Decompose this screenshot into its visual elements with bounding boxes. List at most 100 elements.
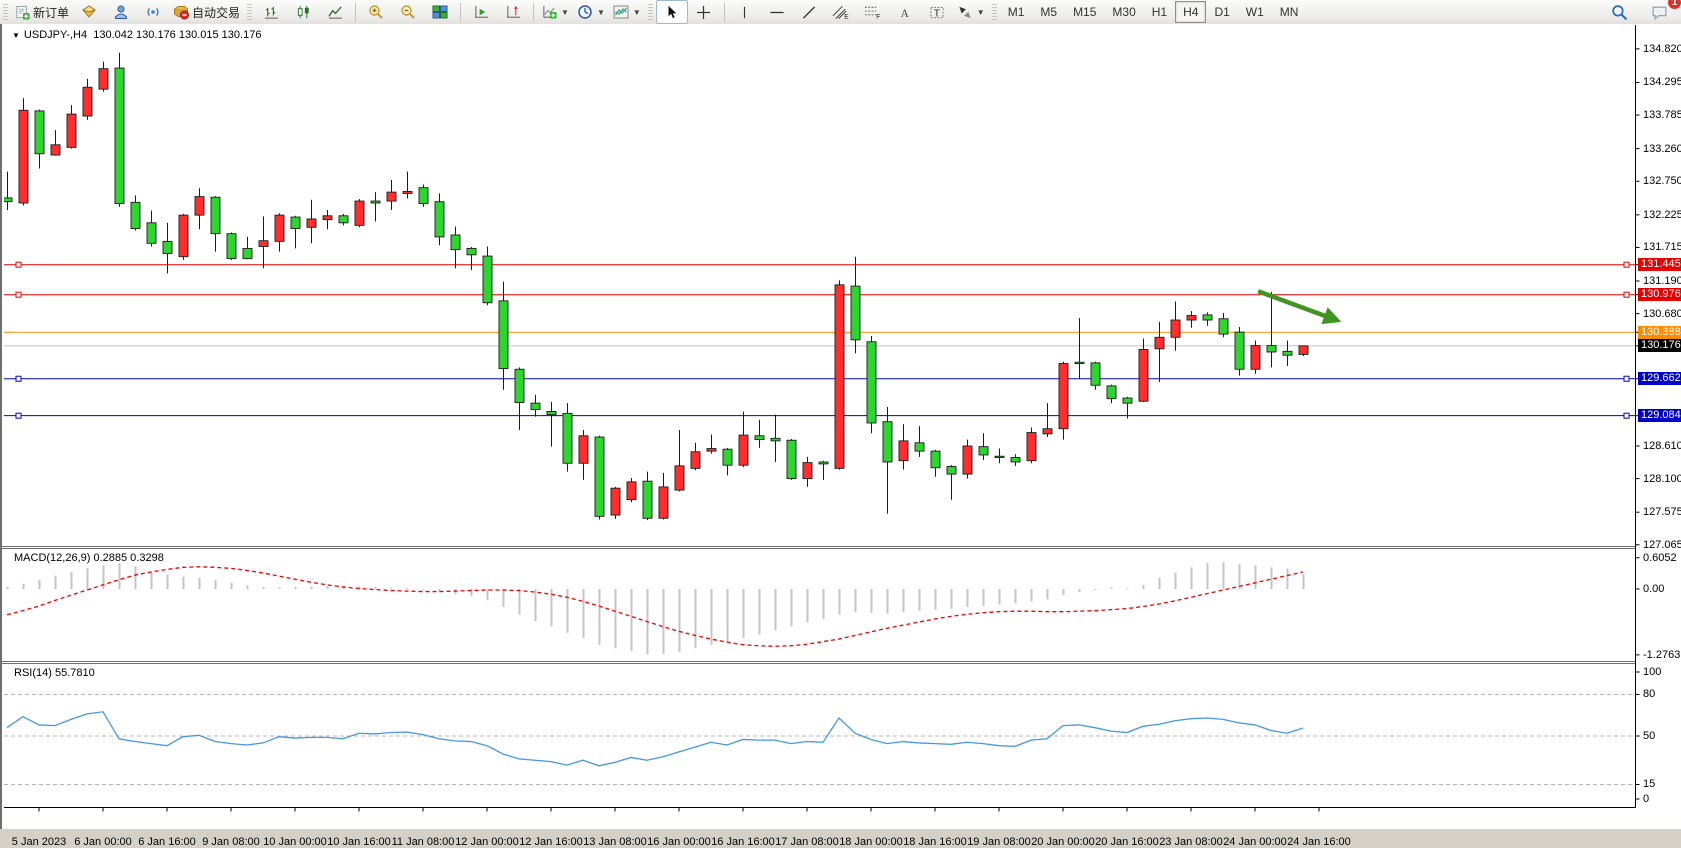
candle-down (371, 201, 380, 203)
bar-chart-type-button[interactable] (255, 0, 287, 24)
svg-text:A: A (900, 7, 909, 19)
candle-up (1059, 364, 1068, 429)
line-handle[interactable] (16, 292, 21, 297)
line-handle[interactable] (1624, 376, 1629, 381)
chart-canvas[interactable] (2, 24, 1681, 829)
timeframe-m15-button[interactable]: M15 (1065, 1, 1104, 23)
timeframe-d1-button[interactable]: D1 (1206, 1, 1237, 23)
crosshair-tool-button[interactable] (688, 0, 720, 24)
vertical-line-tool-button[interactable] (729, 0, 761, 24)
candle-down (755, 436, 764, 440)
timeframe-h1-button[interactable]: H1 (1144, 1, 1175, 23)
signals-button[interactable] (137, 0, 169, 24)
text-label-tool-button[interactable]: T (921, 0, 953, 24)
candle-down (499, 301, 508, 369)
notifications-button[interactable]: 1 (1643, 0, 1675, 24)
timeframe-m30-button[interactable]: M30 (1104, 1, 1143, 23)
chart-shift-button[interactable] (497, 0, 529, 24)
trendline-icon (801, 5, 817, 20)
timeframe-m5-button[interactable]: M5 (1032, 1, 1065, 23)
candle-down (595, 437, 604, 516)
periods-button[interactable]: ▼ (573, 0, 609, 24)
candle-up (899, 441, 908, 461)
indicators-button[interactable]: ▼ (538, 0, 573, 24)
candle-up (403, 191, 412, 193)
candle-up (835, 285, 844, 469)
arrows-tool-button[interactable]: ▼ (953, 0, 989, 24)
candle-down (1091, 363, 1100, 385)
equidistant-channel-tool-button[interactable]: E (825, 0, 857, 24)
candle-up (1027, 433, 1036, 461)
zoom-in-button[interactable] (360, 0, 392, 24)
arrows-icon (957, 5, 973, 20)
line-handle[interactable] (16, 262, 21, 267)
templates-button[interactable]: ▼ (609, 0, 645, 24)
candle-down (787, 440, 796, 478)
search-button[interactable] (1603, 0, 1635, 24)
line-handle[interactable] (1624, 292, 1629, 297)
auto-trading-button[interactable]: 自动交易 (169, 0, 244, 24)
candle-down (35, 111, 44, 154)
timeframe-m1-button[interactable]: M1 (1000, 1, 1033, 23)
toolbar-grip[interactable] (247, 4, 252, 20)
toolbar-grip[interactable] (992, 4, 997, 20)
candle-down (115, 68, 124, 204)
rsi-axis-label: 100 (1643, 666, 1661, 678)
price-axis-label: 130.680 (1643, 308, 1681, 320)
candle-down (515, 369, 524, 402)
macd-axis-label: -1.2763 (1643, 649, 1680, 661)
candle-down (851, 286, 860, 340)
search-icon (1611, 4, 1628, 21)
community-button[interactable] (105, 0, 137, 24)
timeframe-h4-button[interactable]: H4 (1175, 1, 1206, 23)
chart-shift-icon (506, 5, 521, 20)
signal-icon (145, 4, 161, 20)
candle-up (307, 219, 316, 227)
chart-title: ▼USDJPY-,H4 130.042 130.176 130.015 130.… (12, 29, 261, 41)
toolbar-grip[interactable] (3, 4, 8, 20)
line-chart-type-button[interactable] (319, 0, 351, 24)
timeframe-mn-button[interactable]: MN (1272, 1, 1307, 23)
candle-up (51, 145, 60, 155)
toolbar-grip[interactable] (648, 4, 653, 20)
horizontal-line-tool-button[interactable] (761, 0, 793, 24)
candle-down (1219, 319, 1228, 334)
candle-up (1171, 320, 1180, 337)
line-chart-icon (328, 5, 343, 20)
price-axis-label: 128.100 (1643, 473, 1681, 485)
symbol-dropdown-icon[interactable]: ▼ (12, 31, 20, 40)
fibonacci-tool-button[interactable]: F (857, 0, 889, 24)
price-panel (3, 53, 1636, 520)
svg-text:T: T (934, 8, 941, 19)
line-handle[interactable] (1624, 262, 1629, 267)
candlestick-chart-type-button[interactable] (287, 0, 319, 24)
candle-up (259, 241, 268, 247)
candlestick-chart-icon (296, 5, 311, 20)
candle-up (707, 449, 716, 452)
market-button[interactable] (73, 0, 105, 24)
candle-down (1267, 346, 1276, 352)
rsi-line (7, 712, 1303, 766)
candle-up (1187, 316, 1196, 320)
cursor-icon (665, 5, 679, 19)
auto-scroll-button[interactable] (465, 0, 497, 24)
text-tool-button[interactable]: A (889, 0, 921, 24)
zoom-out-button[interactable] (392, 0, 424, 24)
new-order-button[interactable]: 新订单 (11, 0, 73, 24)
zoom-out-icon (400, 4, 416, 20)
trend-arrow-annotation[interactable] (1258, 291, 1332, 318)
line-handle[interactable] (16, 376, 21, 381)
timeframe-w1-button[interactable]: W1 (1238, 1, 1272, 23)
line-handle[interactable] (16, 413, 21, 418)
candle-down (1123, 398, 1132, 403)
notification-badge: 1 (1668, 0, 1681, 9)
tile-windows-button[interactable] (424, 0, 456, 24)
svg-text:E: E (845, 14, 850, 20)
candle-up (627, 482, 636, 500)
line-handle[interactable] (1624, 413, 1629, 418)
candle-up (611, 488, 620, 515)
candle-down (931, 451, 940, 468)
rsi-panel (4, 694, 1636, 784)
cursor-tool-button[interactable] (656, 0, 688, 24)
trendline-tool-button[interactable] (793, 0, 825, 24)
